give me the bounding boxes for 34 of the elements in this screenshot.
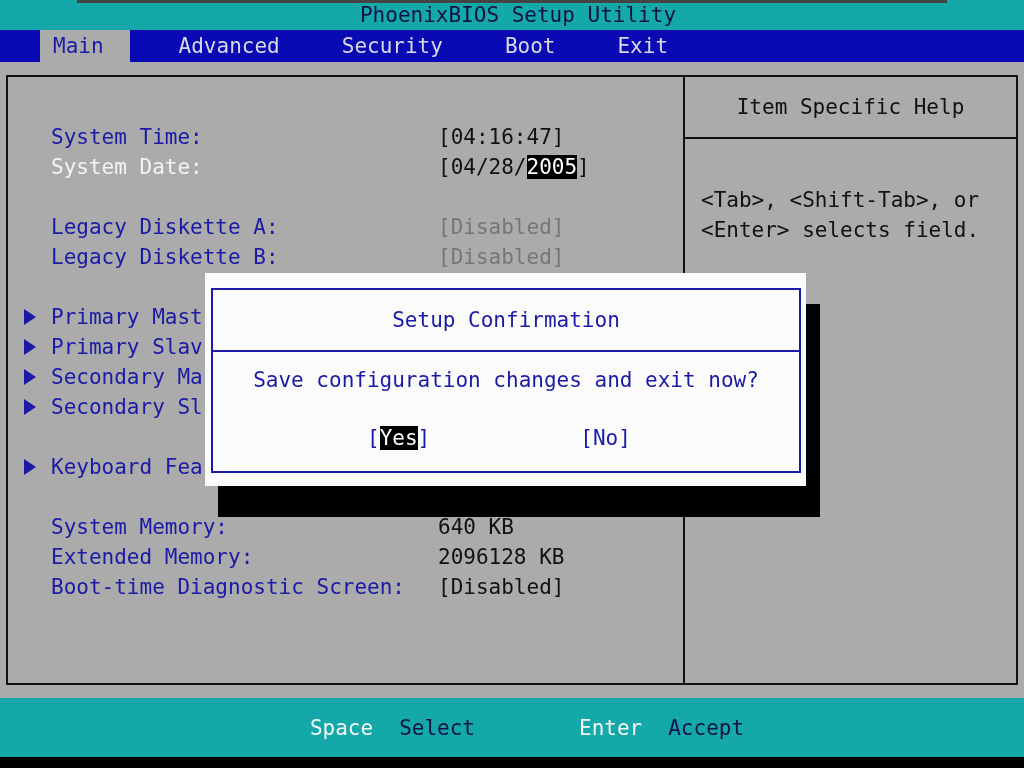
menu-tab[interactable]: Advanced	[165, 30, 293, 62]
submenu-item[interactable]: Keyboard Fea	[51, 455, 203, 479]
menu-tab[interactable]: Boot	[491, 30, 569, 62]
submenu-item[interactable]: Secondary Sl	[51, 395, 203, 419]
dialog-option[interactable]: [No]	[580, 426, 631, 450]
dialog-message: Save configuration changes and exit now?	[253, 368, 759, 392]
key-name: Space	[309, 715, 374, 740]
menu-tab[interactable]: Main	[40, 30, 130, 62]
submenu-item[interactable]: Primary Slav	[51, 335, 203, 359]
help-text: <Tab>, <Shift-Tab>, or <Enter> selects field.	[700, 187, 981, 244]
triangle-icon	[24, 459, 36, 475]
triangle-icon	[24, 399, 36, 415]
menu-tab[interactable]: Exit	[604, 30, 682, 62]
triangle-icon	[24, 339, 36, 355]
submenu-item[interactable]: Secondary Ma	[51, 365, 203, 389]
key-action: Accept	[668, 715, 745, 740]
help-title: Item Specific Help	[736, 95, 965, 119]
triangle-icon	[24, 309, 36, 325]
setting-label[interactable]: Extended Memory:	[51, 545, 438, 569]
setting-value[interactable]: 2096128 KB	[438, 545, 565, 569]
dialog-title: Setup Confirmation	[392, 308, 620, 332]
setting-value[interactable]: [04:16:47]	[438, 125, 565, 149]
setting-label[interactable]: System Memory:	[51, 515, 438, 539]
setting-label[interactable]: Boot-time Diagnostic Screen:	[51, 575, 438, 599]
key-name: Enter	[579, 715, 643, 740]
setting-value[interactable]: [Disabled]	[438, 575, 565, 599]
setting-value[interactable]: 640 KB	[438, 515, 514, 539]
key-action: Select	[399, 715, 475, 740]
setting-label[interactable]: System Time:	[51, 125, 438, 149]
menu-tab[interactable]: Security	[328, 30, 456, 62]
setting-value[interactable]: [04/28/2005]	[438, 155, 590, 179]
submenu-item[interactable]: Primary Mast	[51, 305, 203, 329]
triangle-icon	[24, 369, 36, 385]
window-title: PhoenixBIOS Setup Utility	[358, 3, 677, 27]
